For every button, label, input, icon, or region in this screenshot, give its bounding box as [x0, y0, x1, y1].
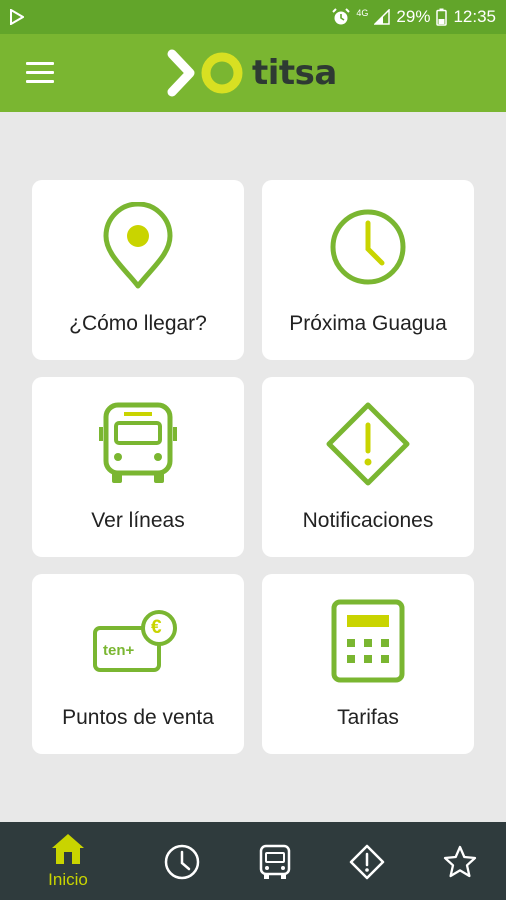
- star-icon: [443, 845, 477, 878]
- calculator-icon: [331, 599, 405, 683]
- tile-notificaciones[interactable]: Notificaciones: [262, 377, 474, 557]
- tile-label: Tarifas: [337, 706, 399, 729]
- battery-percent: 29%: [396, 7, 431, 26]
- titsa-logo: titsa: [166, 48, 337, 98]
- tile-label: Notificaciones: [302, 509, 434, 532]
- nav-notificaciones[interactable]: [327, 822, 407, 900]
- nav-inicio[interactable]: Inicio: [28, 822, 108, 900]
- tile-puntos-de-venta[interactable]: ten+ € Puntos de venta: [32, 574, 244, 754]
- nav-proxima-guagua[interactable]: [142, 822, 222, 900]
- euro-symbol: €: [151, 617, 162, 638]
- warning-icon: [349, 844, 385, 880]
- tile-label: ¿Cómo llegar?: [69, 312, 207, 335]
- bottom-navigation: Inicio: [0, 822, 506, 900]
- nav-favoritos[interactable]: [420, 822, 500, 900]
- tile-tarifas[interactable]: Tarifas: [262, 574, 474, 754]
- clock-icon: [330, 209, 406, 285]
- tile-label: Próxima Guagua: [289, 312, 447, 335]
- alarm-icon: [332, 8, 351, 25]
- card-text: ten+: [103, 642, 135, 659]
- warning-icon: [326, 402, 410, 486]
- logo-text: titsa: [252, 53, 337, 93]
- tile-como-llegar[interactable]: ¿Cómo llegar?: [32, 180, 244, 360]
- menu-button[interactable]: [26, 62, 54, 84]
- tile-label: Puntos de venta: [62, 706, 214, 729]
- nav-label: Inicio: [48, 870, 88, 889]
- signal-icon: [374, 9, 391, 25]
- logo-mark-icon: [167, 49, 243, 97]
- status-bar: 4G 29% 12:35: [0, 0, 506, 34]
- play-store-icon: [10, 9, 24, 25]
- clock-time: 12:35: [453, 7, 496, 26]
- bus-icon: [99, 402, 177, 483]
- ten-card-euro-icon: ten+ €: [93, 606, 183, 676]
- tile-proxima-guagua[interactable]: Próxima Guagua: [262, 180, 474, 360]
- network-type: 4G: [356, 7, 369, 18]
- clock-icon: [164, 844, 200, 880]
- bus-icon: [259, 844, 291, 879]
- location-pin-icon: [103, 202, 173, 289]
- tile-ver-lineas[interactable]: Ver líneas: [32, 377, 244, 557]
- home-icon: [52, 834, 84, 864]
- tile-label: Ver líneas: [91, 509, 185, 532]
- battery-icon: [436, 8, 448, 26]
- app-bar: titsa: [0, 34, 506, 112]
- nav-lineas[interactable]: [235, 822, 315, 900]
